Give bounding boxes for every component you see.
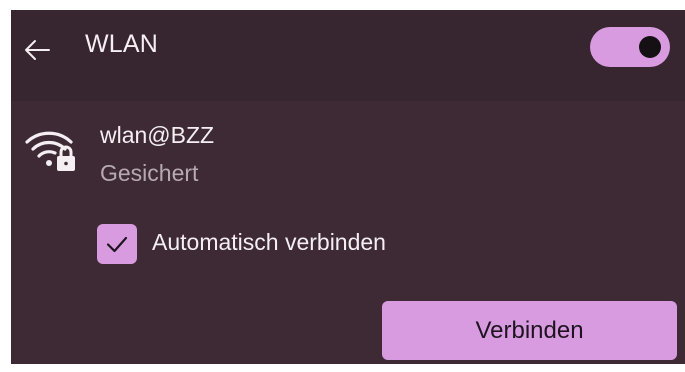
toggle-knob xyxy=(639,36,661,58)
checkmark-icon xyxy=(106,236,128,253)
wifi-locked-icon xyxy=(25,131,75,171)
wifi-panel: WLAN wlan@BZZ Gesichert Automatisch verb… xyxy=(11,10,685,364)
back-button[interactable] xyxy=(21,34,53,66)
auto-connect-label[interactable]: Automatisch verbinden xyxy=(152,229,386,256)
wifi-header: WLAN xyxy=(11,10,685,101)
arrow-left-icon xyxy=(25,40,50,60)
network-name: wlan@BZZ xyxy=(100,122,215,148)
page-title: WLAN xyxy=(85,30,159,58)
network-status: Gesichert xyxy=(100,160,199,186)
wifi-toggle[interactable] xyxy=(590,27,670,67)
auto-connect-checkbox[interactable] xyxy=(97,224,137,264)
connect-button[interactable]: Verbinden xyxy=(382,301,677,360)
